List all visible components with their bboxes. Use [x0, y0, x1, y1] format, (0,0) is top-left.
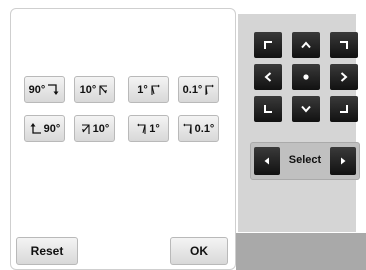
center-dot-icon	[303, 74, 309, 80]
left-arrow-icon	[264, 72, 272, 82]
rotate-ccw-10-icon	[81, 123, 90, 134]
ok-button[interactable]: OK	[170, 237, 228, 265]
move-down-left-button[interactable]	[254, 96, 282, 122]
rotate-settings-screen: 90° 10° 1° 0.1° 90° 10° 1° 0.1° Reset OK…	[0, 0, 366, 270]
rotate-cw-0.1-label: 0.1°	[182, 83, 203, 96]
rotate-ccw-90-label: 90°	[43, 122, 61, 135]
right-arrow-icon	[340, 72, 348, 82]
rotate-ccw-10-button[interactable]: 10°	[74, 115, 115, 142]
move-left-button[interactable]	[254, 64, 282, 90]
rotate-ccw-90-icon	[30, 123, 41, 134]
rotate-cw-10-label: 10°	[79, 83, 97, 96]
rotate-ccw-0.1-label: 0.1°	[194, 122, 215, 135]
rotate-cw-10-icon	[99, 84, 108, 95]
triangle-left-icon	[264, 157, 269, 165]
triangle-right-icon	[341, 157, 346, 165]
bottom-bar	[236, 233, 366, 270]
rotate-cw-0.1-button[interactable]: 0.1°	[178, 76, 219, 103]
down-arrow-icon	[301, 105, 311, 113]
rotate-ccw-1-icon	[137, 123, 146, 134]
rotate-cw-90-label: 90°	[28, 83, 46, 96]
move-up-left-button[interactable]	[254, 32, 282, 58]
rotate-cw-1-icon	[151, 84, 160, 95]
up-right-corner-icon	[340, 41, 348, 49]
select-previous-button[interactable]	[254, 147, 280, 175]
rotate-ccw-90-button[interactable]: 90°	[24, 115, 65, 142]
up-left-corner-icon	[264, 41, 272, 49]
move-down-button[interactable]	[292, 96, 320, 122]
rotate-cw-90-button[interactable]: 90°	[24, 76, 65, 103]
rotate-cw-90-icon	[48, 84, 59, 95]
move-up-right-button[interactable]	[330, 32, 358, 58]
move-right-button[interactable]	[330, 64, 358, 90]
rotate-cw-10-button[interactable]: 10°	[74, 76, 115, 103]
select-next-button[interactable]	[330, 147, 356, 175]
rotate-cw-0.1-icon	[205, 84, 215, 95]
center-button[interactable]	[292, 64, 320, 90]
down-left-corner-icon	[264, 105, 272, 113]
down-right-corner-icon	[340, 105, 348, 113]
rotate-ccw-1-button[interactable]: 1°	[128, 115, 169, 142]
rotate-ccw-0.1-button[interactable]: 0.1°	[178, 115, 219, 142]
rotate-ccw-0.1-icon	[182, 123, 192, 134]
rotate-cw-1-button[interactable]: 1°	[128, 76, 169, 103]
rotate-cw-1-label: 1°	[137, 83, 148, 96]
select-label: Select	[288, 154, 322, 166]
move-down-right-button[interactable]	[330, 96, 358, 122]
move-up-button[interactable]	[292, 32, 320, 58]
up-arrow-icon	[301, 41, 311, 49]
rotate-ccw-1-label: 1°	[149, 122, 160, 135]
rotate-ccw-10-label: 10°	[92, 122, 110, 135]
reset-button[interactable]: Reset	[16, 237, 78, 265]
